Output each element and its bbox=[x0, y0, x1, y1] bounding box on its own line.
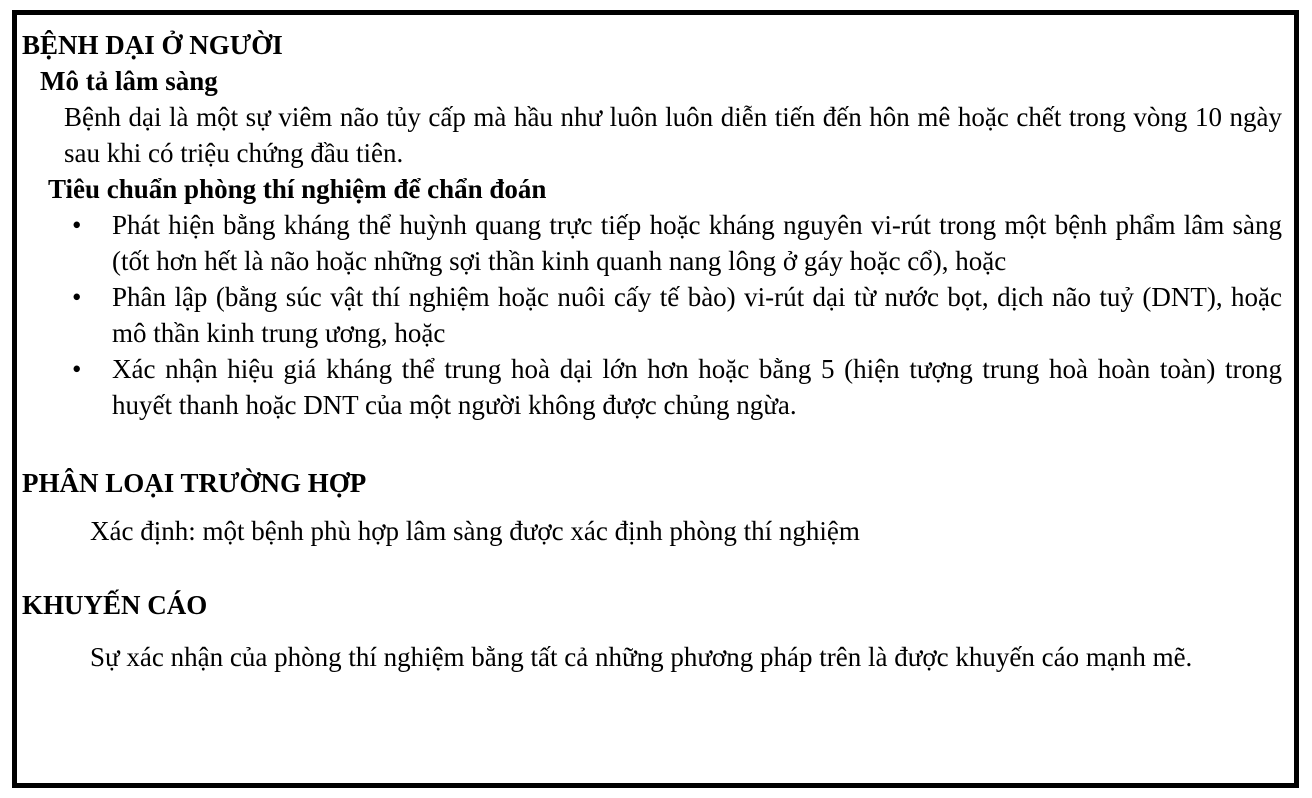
recommendation-heading: KHUYẾN CÁO bbox=[22, 590, 208, 620]
bullet-icon: • bbox=[72, 282, 82, 312]
rabies-heading: BỆNH DẠI Ở NGƯỜI bbox=[22, 30, 283, 60]
bullet-icon: • bbox=[72, 210, 82, 240]
lab-criteria-title: Tiêu chuẩn phòng thí nghiệm để chẩn đoán bbox=[48, 174, 547, 204]
bullet-icon: • bbox=[72, 354, 82, 384]
list-item: • Xác nhận hiệu giá kháng thể trung hoà … bbox=[22, 351, 1282, 423]
recommendation-text: Sự xác nhận của phòng thí nghiệm bằng tấ… bbox=[90, 642, 1193, 672]
classification-section: PHÂN LOẠI TRƯỜNG HỢP Xác định: một bệnh … bbox=[22, 465, 1282, 549]
classification-text: Xác định: một bệnh phù hợp lâm sàng được… bbox=[90, 516, 860, 546]
document-content: BỆNH DẠI Ở NGƯỜI Mô tả lâm sàng Bệnh dại… bbox=[22, 27, 1282, 675]
criterion-text: Phân lập (bằng súc vật thí nghiệm hoặc n… bbox=[112, 282, 1282, 348]
criterion-text: Xác nhận hiệu giá kháng thể trung hoà dạ… bbox=[112, 354, 1282, 420]
list-item: • Phân lập (bằng súc vật thí nghiệm hoặc… bbox=[22, 279, 1282, 351]
recommendation-section: KHUYẾN CÁO Sự xác nhận của phòng thí ngh… bbox=[22, 587, 1282, 675]
list-item: • Phát hiện bằng kháng thể huỳnh quang t… bbox=[22, 207, 1282, 279]
clinical-description-title: Mô tả lâm sàng bbox=[40, 66, 218, 96]
criterion-text: Phát hiện bằng kháng thể huỳnh quang trự… bbox=[112, 210, 1282, 276]
clinical-description-text: Bệnh dại là một sự viêm não tủy cấp mà h… bbox=[64, 102, 1282, 168]
rabies-section: BỆNH DẠI Ở NGƯỜI Mô tả lâm sàng Bệnh dại… bbox=[22, 27, 1282, 423]
classification-heading: PHÂN LOẠI TRƯỜNG HỢP bbox=[22, 468, 367, 498]
lab-criteria-list: • Phát hiện bằng kháng thể huỳnh quang t… bbox=[22, 207, 1282, 423]
